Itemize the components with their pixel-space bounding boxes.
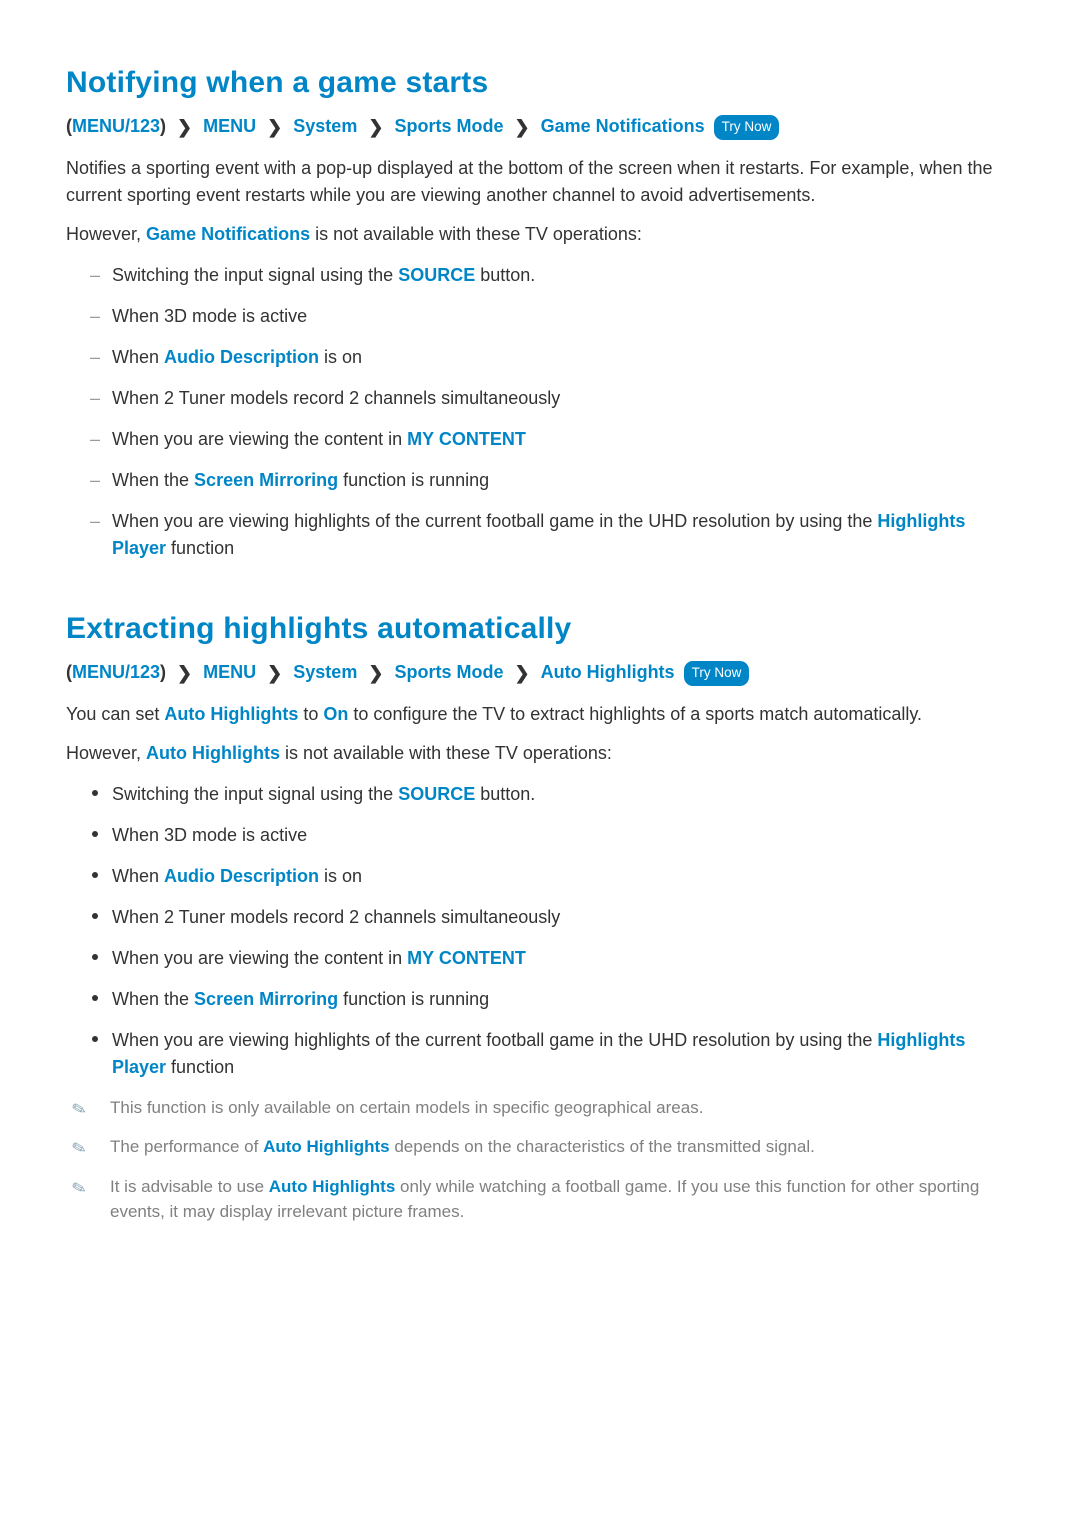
text: When the xyxy=(112,989,194,1009)
pencil-icon: ✎ xyxy=(69,1174,89,1202)
chevron-right-icon: ❯ xyxy=(514,660,529,687)
breadcrumb-item-system[interactable]: System xyxy=(293,662,357,682)
text: When you are viewing the content in xyxy=(112,948,407,968)
list-item: When you are viewing highlights of the c… xyxy=(90,508,1014,562)
paragraph: Notifies a sporting event with a pop-up … xyxy=(66,155,1014,209)
text: You can set xyxy=(66,704,164,724)
chevron-right-icon: ❯ xyxy=(177,114,192,141)
breadcrumb-item-menu[interactable]: MENU xyxy=(203,116,256,136)
list-item: When 2 Tuner models record 2 channels si… xyxy=(90,904,1014,931)
paren-close: ) xyxy=(160,662,166,682)
chevron-right-icon: ❯ xyxy=(177,660,192,687)
chevron-right-icon: ❯ xyxy=(368,660,383,687)
text: The performance of xyxy=(110,1137,263,1156)
list-item: When you are viewing the content in MY C… xyxy=(90,945,1014,972)
text: Switching the input signal using the xyxy=(112,784,398,804)
try-now-button[interactable]: Try Now xyxy=(684,661,750,686)
note-item: ✎ It is advisable to use Auto Highlights… xyxy=(66,1174,1014,1225)
text: function xyxy=(166,538,234,558)
text: However, xyxy=(66,743,146,763)
text: depends on the characteristics of the tr… xyxy=(390,1137,815,1156)
text: When you are viewing the content in xyxy=(112,429,407,449)
text: When you are viewing highlights of the c… xyxy=(112,511,877,531)
pencil-icon: ✎ xyxy=(69,1135,89,1163)
text: button. xyxy=(475,265,535,285)
list-item: Switching the input signal using the SOU… xyxy=(90,262,1014,289)
text: function is running xyxy=(338,989,489,1009)
term-auto-highlights: Auto Highlights xyxy=(269,1177,396,1196)
note-item: ✎ The performance of Auto Highlights dep… xyxy=(66,1134,1014,1160)
text: When you are viewing highlights of the c… xyxy=(112,1030,877,1050)
term-screen-mirroring: Screen Mirroring xyxy=(194,989,338,1009)
text: is on xyxy=(319,347,362,367)
text: function is running xyxy=(338,470,489,490)
term-source: SOURCE xyxy=(398,784,475,804)
term-my-content: MY CONTENT xyxy=(407,948,526,968)
list-item: When the Screen Mirroring function is ru… xyxy=(90,986,1014,1013)
term-on: On xyxy=(323,704,348,724)
try-now-button[interactable]: Try Now xyxy=(714,115,780,140)
chevron-right-icon: ❯ xyxy=(368,114,383,141)
chevron-right-icon: ❯ xyxy=(267,114,282,141)
section-title-auto-highlights: Extracting highlights automatically xyxy=(66,606,1014,651)
text: However, xyxy=(66,224,146,244)
note-item: ✎ This function is only available on cer… xyxy=(66,1095,1014,1121)
list-item: Switching the input signal using the SOU… xyxy=(90,781,1014,808)
list-item: When Audio Description is on xyxy=(90,344,1014,371)
term-screen-mirroring: Screen Mirroring xyxy=(194,470,338,490)
text: function xyxy=(166,1057,234,1077)
list-item: When 3D mode is active xyxy=(90,303,1014,330)
text: button. xyxy=(475,784,535,804)
breadcrumb-item-menu123[interactable]: MENU/123 xyxy=(72,662,160,682)
breadcrumb-item-system[interactable]: System xyxy=(293,116,357,136)
term-audio-description: Audio Description xyxy=(164,866,319,886)
term-auto-highlights: Auto Highlights xyxy=(164,704,298,724)
limitations-list: Switching the input signal using the SOU… xyxy=(66,262,1014,562)
paragraph: You can set Auto Highlights to On to con… xyxy=(66,701,1014,728)
term-source: SOURCE xyxy=(398,265,475,285)
text: When the xyxy=(112,470,194,490)
text: This function is only available on certa… xyxy=(110,1098,703,1117)
text: It is advisable to use xyxy=(110,1177,269,1196)
term-my-content: MY CONTENT xyxy=(407,429,526,449)
list-item: When 3D mode is active xyxy=(90,822,1014,849)
term-audio-description: Audio Description xyxy=(164,347,319,367)
section-title-game-notifications: Notifying when a game starts xyxy=(66,60,1014,105)
breadcrumb-item-sports-mode[interactable]: Sports Mode xyxy=(394,116,503,136)
text: is on xyxy=(319,866,362,886)
breadcrumb-item-auto-highlights[interactable]: Auto Highlights xyxy=(541,662,675,682)
paragraph: However, Game Notifications is not avail… xyxy=(66,221,1014,248)
breadcrumb-auto-highlights: (MENU/123) ❯ MENU ❯ System ❯ Sports Mode… xyxy=(66,659,1014,687)
paragraph: However, Auto Highlights is not availabl… xyxy=(66,740,1014,767)
text: to xyxy=(298,704,323,724)
chevron-right-icon: ❯ xyxy=(514,114,529,141)
breadcrumb-item-sports-mode[interactable]: Sports Mode xyxy=(394,662,503,682)
paren-close: ) xyxy=(160,116,166,136)
list-item: When you are viewing the content in MY C… xyxy=(90,426,1014,453)
list-item: When Audio Description is on xyxy=(90,863,1014,890)
breadcrumb-item-game-notifications[interactable]: Game Notifications xyxy=(541,116,705,136)
list-item: When 2 Tuner models record 2 channels si… xyxy=(90,385,1014,412)
pencil-icon: ✎ xyxy=(69,1095,89,1123)
chevron-right-icon: ❯ xyxy=(267,660,282,687)
text: When xyxy=(112,866,164,886)
list-item: When you are viewing highlights of the c… xyxy=(90,1027,1014,1081)
text: is not available with these TV operation… xyxy=(280,743,612,763)
text: to configure the TV to extract highlight… xyxy=(348,704,922,724)
breadcrumb-game-notifications: (MENU/123) ❯ MENU ❯ System ❯ Sports Mode… xyxy=(66,113,1014,141)
list-item: When the Screen Mirroring function is ru… xyxy=(90,467,1014,494)
term-auto-highlights: Auto Highlights xyxy=(263,1137,390,1156)
term-game-notifications: Game Notifications xyxy=(146,224,310,244)
term-auto-highlights: Auto Highlights xyxy=(146,743,280,763)
breadcrumb-item-menu[interactable]: MENU xyxy=(203,662,256,682)
breadcrumb-item-menu123[interactable]: MENU/123 xyxy=(72,116,160,136)
text: When xyxy=(112,347,164,367)
limitations-list: Switching the input signal using the SOU… xyxy=(66,781,1014,1081)
text: Switching the input signal using the xyxy=(112,265,398,285)
text: is not available with these TV operation… xyxy=(310,224,642,244)
